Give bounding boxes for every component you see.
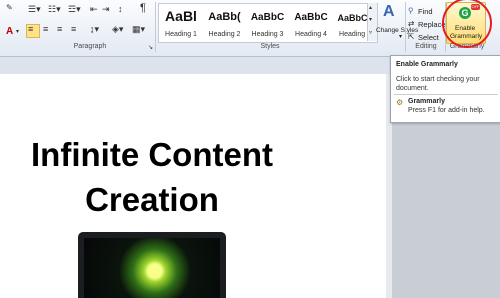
font-color-dropdown-icon[interactable]: ▾	[16, 28, 19, 35]
font-color-icon[interactable]: A	[6, 26, 13, 37]
enable-grammarly-tooltip: Enable Grammarly Click to start checking…	[390, 55, 500, 123]
document-title-line-1[interactable]: Infinite Content	[0, 136, 312, 174]
tooltip-title: Enable Grammarly	[396, 61, 458, 68]
change-styles-icon: A	[383, 3, 395, 20]
format-painter-icon[interactable]: ✎	[6, 3, 13, 12]
select-label: Select	[418, 33, 439, 42]
replace-icon: ⇄	[408, 19, 415, 28]
select-icon: ⇱	[408, 32, 415, 41]
document-title-line-2[interactable]: Creation	[0, 181, 312, 219]
scroll-up-icon[interactable]: ▴	[369, 4, 372, 11]
styles-gallery: AaBl Heading 1 AaBb( Heading 2 AaBbC Hea…	[158, 3, 378, 43]
style-heading-3[interactable]: AaBbC Heading 3	[246, 4, 289, 42]
find-label: Find	[418, 7, 433, 16]
more-styles-icon[interactable]: ▿	[369, 29, 372, 36]
find-icon: ⚲	[408, 6, 414, 15]
styles-scroll[interactable]: ▴ ▾ ▿	[367, 3, 377, 41]
highlight-circle	[442, 0, 492, 48]
tooltip-addin-name: Grammarly	[408, 98, 445, 105]
numbering-list-icon[interactable]: ☷▾	[48, 4, 61, 15]
style-preview: AaBl	[165, 8, 197, 24]
ribbon: ✎ ☰▾ ☷▾ ☲▾ ⇤ ⇥ ↕ ¶ A ▾ ≡ ≡ ≡ ≡ ↨▾ ◈▾ ▦▾ …	[0, 0, 500, 57]
paragraph-dialog-launcher-icon[interactable]: ↘	[148, 44, 153, 51]
replace-button[interactable]: ⇄ Replace	[408, 19, 446, 29]
style-name: Heading 1	[165, 31, 197, 38]
style-preview: AaBb(	[208, 11, 241, 23]
laptop-image	[78, 232, 226, 298]
style-heading-2[interactable]: AaBb( Heading 2	[203, 4, 246, 42]
scroll-down-icon[interactable]: ▾	[369, 16, 372, 23]
sort-icon[interactable]: ↕	[118, 4, 123, 14]
justify-icon[interactable]: ≡	[71, 24, 76, 34]
style-name: Heading 3	[251, 31, 284, 38]
style-preview: AaBbC	[250, 12, 285, 23]
show-hide-marks-button[interactable]: ¶	[140, 2, 146, 14]
select-button[interactable]: ⇱ Select	[408, 32, 444, 42]
line-spacing-icon[interactable]: ↨▾	[90, 24, 99, 35]
laptop-screen-image	[84, 238, 220, 298]
tooltip-divider	[394, 94, 498, 95]
style-preview: AaBbC	[294, 12, 328, 23]
style-heading-4[interactable]: AaBbC Heading 4	[289, 4, 333, 42]
editing-group-label: Editing	[415, 43, 437, 50]
addin-gear-icon: ⚙	[396, 98, 404, 107]
change-styles-dropdown-icon: ▾	[399, 34, 403, 40]
style-name: Heading 4	[295, 31, 327, 38]
tooltip-description: Click to start checking your document.	[396, 76, 480, 92]
bullets-list-icon[interactable]: ☰▾	[28, 4, 41, 15]
group-divider	[155, 2, 156, 52]
multilevel-list-icon[interactable]: ☲▾	[68, 4, 81, 15]
find-button[interactable]: ⚲ Find	[408, 6, 444, 16]
borders-icon[interactable]: ▦▾	[132, 24, 145, 35]
increase-indent-icon[interactable]: ⇥	[102, 4, 110, 15]
change-styles-button[interactable]: A Change Styles ▾	[376, 3, 418, 43]
styles-group-label: Styles	[260, 43, 280, 50]
align-right-icon[interactable]: ≡	[57, 24, 62, 34]
decrease-indent-icon[interactable]: ⇤	[90, 4, 98, 15]
align-left-icon: ≡	[28, 24, 34, 34]
style-name: Heading 2	[208, 31, 241, 38]
style-heading-1[interactable]: AaBl Heading 1	[159, 4, 203, 42]
shading-icon[interactable]: ◈▾	[112, 24, 123, 35]
group-divider	[405, 2, 406, 52]
tooltip-help-text: Press F1 for add-in help.	[408, 107, 485, 114]
align-center-icon[interactable]: ≡	[43, 24, 48, 34]
paragraph-group-label: Paragraph	[73, 43, 107, 50]
